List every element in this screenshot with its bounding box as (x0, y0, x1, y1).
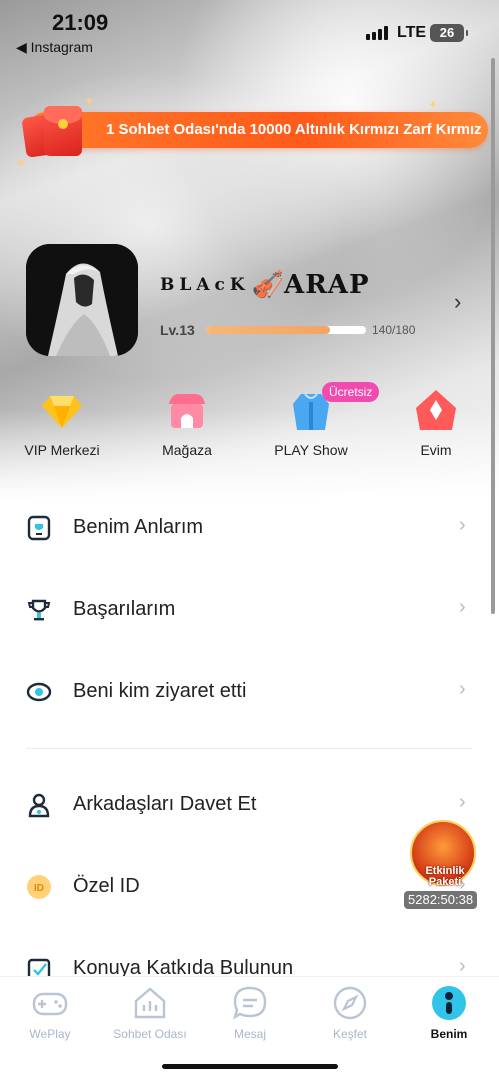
event-countdown: 5282:50:38 (404, 891, 478, 909)
diamond-icon (40, 388, 84, 432)
svg-text:ID: ID (34, 883, 44, 894)
chevron-right-icon: › (459, 791, 466, 813)
status-time: 21:09 (52, 10, 109, 35)
xp-progress-bar (206, 326, 366, 334)
quick-action-home[interactable]: Evim (391, 388, 481, 458)
menu-item-label: Arkadaşları Davet Et (73, 793, 257, 815)
sparkle-icon: ✦ (84, 94, 95, 108)
avatar-image (26, 244, 138, 356)
network-label: LTE (397, 24, 427, 41)
battery-icon: 26 (430, 24, 468, 42)
quick-action-label: Evim (420, 442, 452, 458)
quick-action-vip[interactable]: VIP Merkezi (17, 388, 107, 458)
trophy-icon (26, 597, 52, 623)
chat-room-icon (132, 985, 168, 1021)
tab-label: WePlay (29, 1027, 71, 1041)
red-envelope-banner[interactable]: 1 Sohbet Odası'nda 10000 Altınlık Kırmız… (28, 112, 488, 148)
menu-divider (26, 748, 472, 749)
tab-messages[interactable]: Mesaj (200, 985, 300, 1041)
tab-me[interactable]: Benim (399, 985, 499, 1041)
message-icon (232, 985, 268, 1021)
level-label: Lv.13 (160, 322, 195, 338)
profile-name-part1: BLAcK (160, 275, 250, 295)
red-envelope-icon (44, 106, 82, 156)
chevron-right-icon: › (459, 955, 466, 977)
compass-icon (332, 985, 368, 1021)
tab-weplay[interactable]: WePlay (0, 985, 100, 1041)
eye-icon (26, 679, 52, 705)
quick-action-label: Mağaza (162, 442, 212, 458)
scrollbar[interactable] (491, 58, 495, 614)
xp-text: 140/180 (372, 323, 416, 337)
invite-user-icon (26, 792, 52, 818)
chevron-right-icon: › (459, 678, 466, 700)
tab-label: Sohbet Odası (113, 1027, 187, 1041)
banner-text: 1 Sohbet Odası'nda 10000 Altınlık Kırmız… (106, 121, 482, 138)
status-bar: 21:09 ◀ Instagram LTE 26 (0, 0, 499, 60)
gamepad-icon (32, 985, 68, 1021)
tab-label: Benim (430, 1027, 468, 1041)
store-icon (165, 388, 209, 432)
profile-name-part2: ARAP (284, 270, 370, 300)
profile-icon (431, 985, 467, 1021)
violin-icon: 🎻 (251, 270, 285, 300)
menu-item-achievements[interactable]: Başarılarım › (0, 580, 499, 640)
house-icon (414, 388, 458, 432)
menu-item-label: Özel ID (73, 875, 140, 897)
back-to-app-link[interactable]: ◀ Instagram (16, 39, 93, 56)
tab-explore[interactable]: Keşfet (300, 985, 400, 1041)
event-package-label: Etkinlik Paketi (425, 865, 465, 888)
chevron-right-icon: › (459, 514, 466, 536)
sparkle-icon: ✦ (16, 156, 27, 170)
menu-item-label: Benim Anlarım (73, 516, 204, 538)
chevron-right-icon[interactable]: › (454, 289, 461, 315)
quick-action-store[interactable]: Mağaza (142, 388, 232, 458)
id-badge-icon: ID (26, 874, 52, 900)
profile-name[interactable]: BLAcK 🎻 ARAP (160, 270, 370, 300)
quick-action-label: PLAY Show (274, 442, 348, 458)
sparkle-icon: ✦ (428, 98, 439, 112)
quick-action-label: VIP Merkezi (24, 442, 100, 458)
home-indicator[interactable] (162, 1064, 338, 1069)
moments-icon (26, 515, 52, 541)
menu-item-label: Beni kim ziyaret etti (73, 680, 247, 702)
tab-label: Mesaj (233, 1027, 266, 1041)
free-badge: Ücretsiz (322, 382, 380, 402)
tab-label: Keşfet (332, 1027, 368, 1041)
xp-progress-fill (206, 326, 331, 334)
chevron-right-icon: › (459, 596, 466, 618)
menu-item-moments[interactable]: Benim Anlarım › (0, 498, 499, 558)
tab-chat-room[interactable]: Sohbet Odası (100, 985, 200, 1041)
menu-item-visitors[interactable]: Beni kim ziyaret etti › (0, 662, 499, 722)
menu-item-label: Başarılarım (73, 598, 176, 620)
signal-icon (366, 26, 388, 40)
avatar[interactable] (26, 244, 138, 356)
